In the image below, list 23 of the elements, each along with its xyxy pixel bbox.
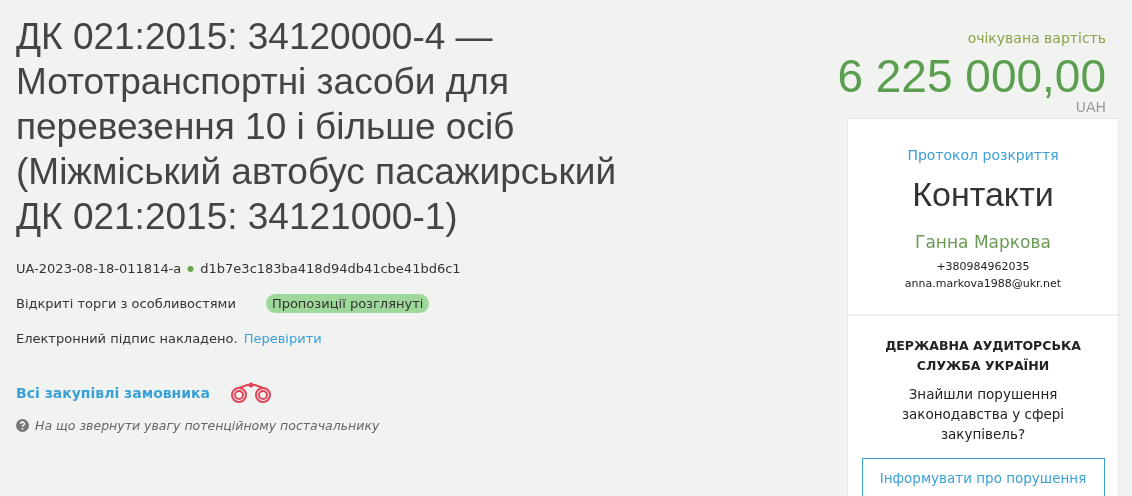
contacts-heading: Контакти — [912, 175, 1054, 214]
verify-link[interactable]: Перевірити — [243, 331, 322, 346]
contact-name: Ганна Маркова — [915, 232, 1051, 252]
separator-dot: ● — [187, 264, 195, 273]
budget-label: очікувана вартість — [967, 30, 1106, 46]
budget-amount: 6 225 000,00 — [837, 52, 1106, 100]
protocol-link[interactable]: Протокол розкриття — [907, 147, 1059, 163]
tender-id: UA-2023-08-18-011814-a — [16, 261, 182, 276]
hint-text: На що звернути увагу потенційному постачальнику — [35, 418, 380, 433]
contact-email: anna.markova1988@ukr.net — [904, 276, 1062, 292]
audit-title: ДЕРЖАВНА АУДИТОРСЬКА СЛУЖБА УКРАЇНИ — [884, 337, 1082, 375]
all-purchases-link[interactable]: Всі закупівлі замовника — [16, 385, 211, 401]
tender-title: ДК 021:2015: 34120000-4 — Мототранспортні засоби для перевезення 10 і більше осіб (Міжміський автобус пасажирський ДК 021:2015: 34121000-1) — [16, 15, 618, 239]
help-icon — [16, 419, 29, 432]
contact-phone: +380984962035 — [936, 259, 1030, 275]
binoculars-icon[interactable] — [230, 382, 273, 404]
report-violation-button[interactable]: Інформувати про порушення — [861, 458, 1105, 496]
signature-text: Електронний підпис накладено. — [16, 331, 238, 346]
status-badge: Пропозиції розглянуті — [265, 294, 430, 313]
currency: UAH — [1075, 100, 1106, 114]
procedure-type: Відкриті торги з особливостями — [16, 296, 236, 311]
tender-hash: d1b7e3c183ba418d94db41cbe41bd6c1 — [200, 261, 461, 276]
audit-question: Знайшли порушення законодавства у сфері закупівель? — [900, 385, 1066, 444]
